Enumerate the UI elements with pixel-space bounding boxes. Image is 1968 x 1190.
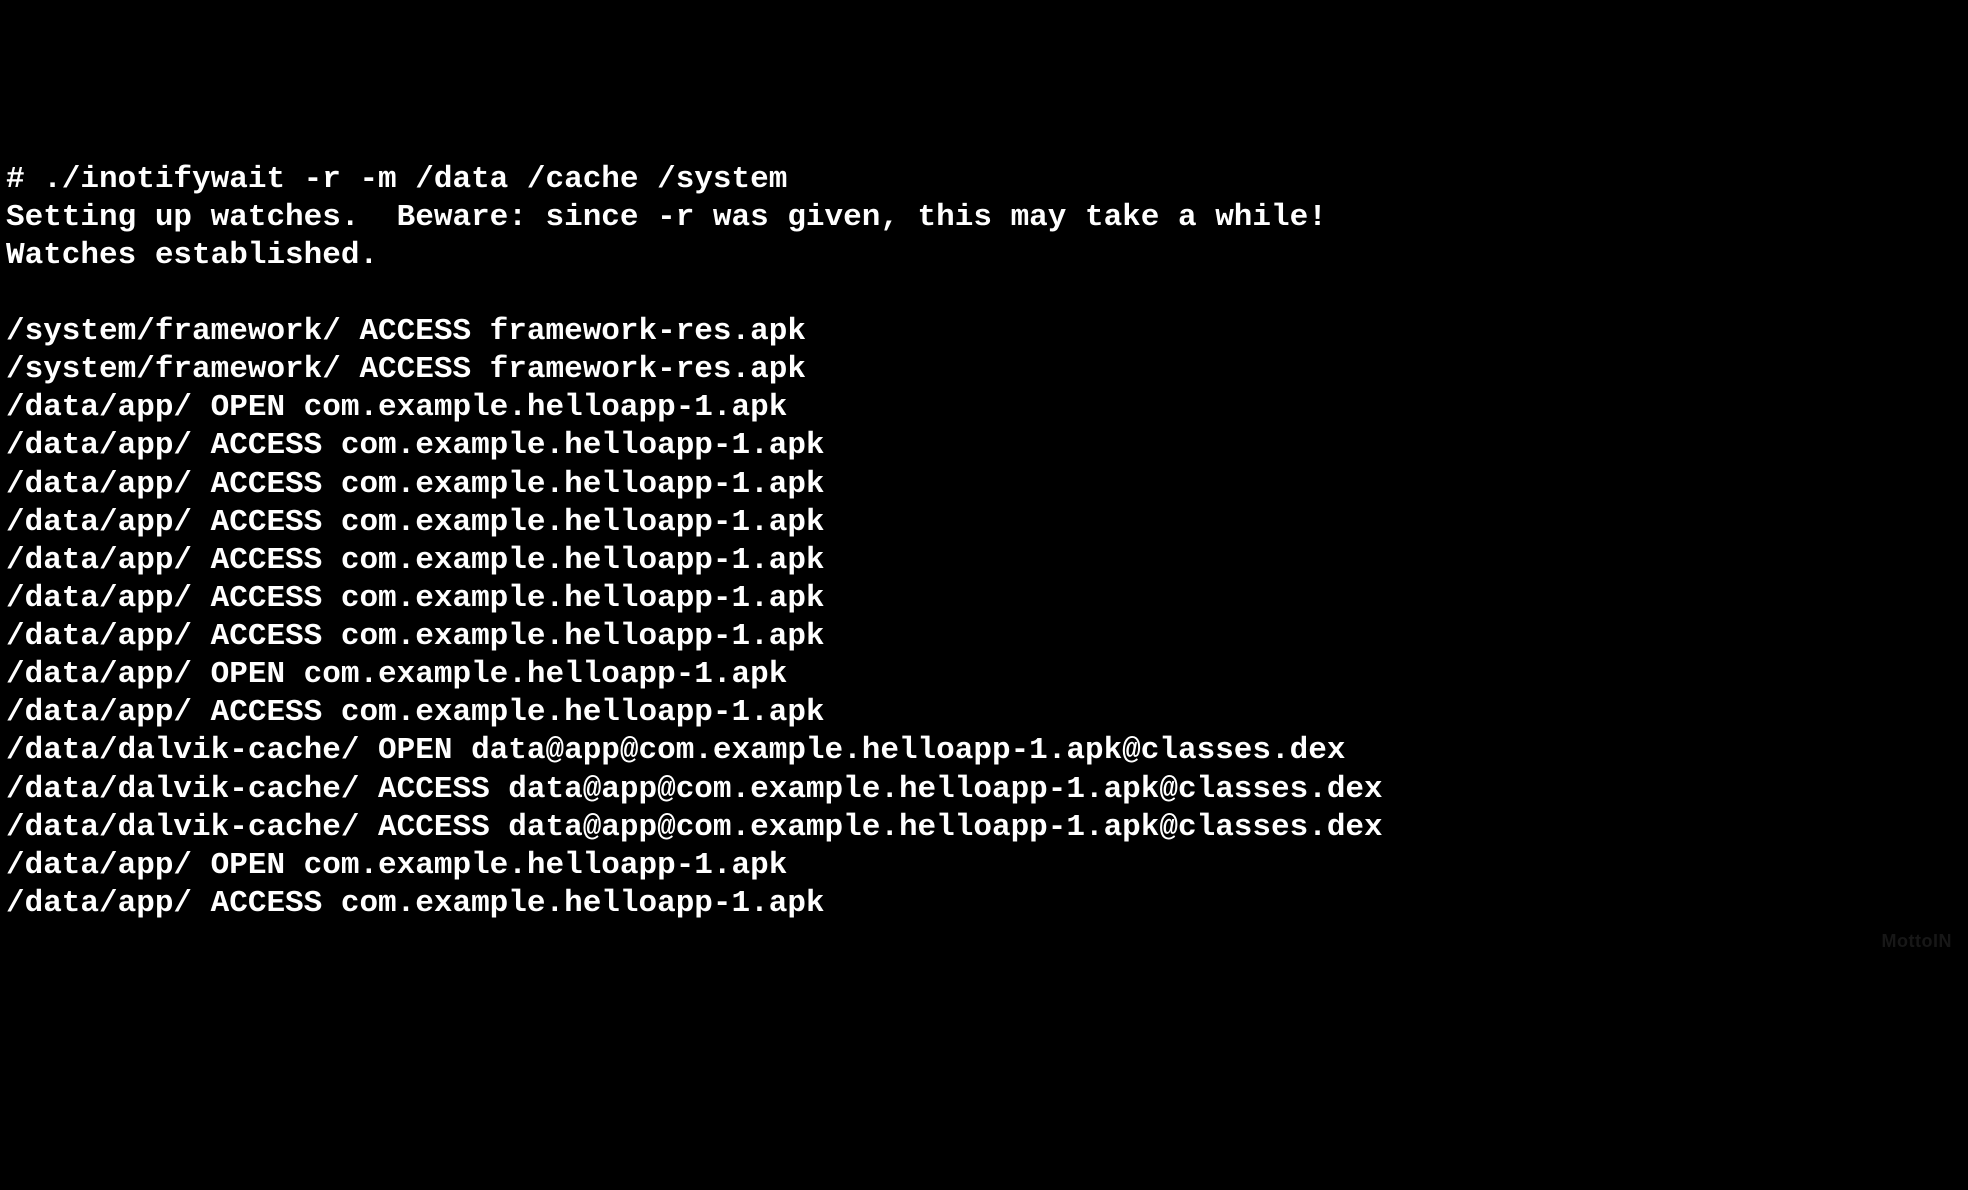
terminal-line: Watches established. bbox=[6, 237, 1962, 275]
terminal-line: /data/app/ OPEN com.example.helloapp-1.a… bbox=[6, 389, 1962, 427]
terminal-line: /data/dalvik-cache/ OPEN data@app@com.ex… bbox=[6, 732, 1962, 770]
terminal-line: /data/app/ ACCESS com.example.helloapp-1… bbox=[6, 580, 1962, 618]
terminal-line: Setting up watches. Beware: since -r was… bbox=[6, 199, 1962, 237]
terminal-line: /data/app/ ACCESS com.example.helloapp-1… bbox=[6, 618, 1962, 656]
terminal-line: /system/framework/ ACCESS framework-res.… bbox=[6, 313, 1962, 351]
terminal-line bbox=[6, 275, 1962, 313]
terminal-line: # ./inotifywait -r -m /data /cache /syst… bbox=[6, 161, 1962, 199]
terminal-line: /data/app/ ACCESS com.example.helloapp-1… bbox=[6, 466, 1962, 504]
terminal-line: /data/dalvik-cache/ ACCESS data@app@com.… bbox=[6, 771, 1962, 809]
terminal-line: /data/app/ ACCESS com.example.helloapp-1… bbox=[6, 542, 1962, 580]
terminal-line: /data/app/ ACCESS com.example.helloapp-1… bbox=[6, 694, 1962, 732]
terminal-line: /data/app/ OPEN com.example.helloapp-1.a… bbox=[6, 656, 1962, 694]
watermark-text: MottoIN bbox=[1882, 930, 1952, 952]
terminal-line: /data/app/ ACCESS com.example.helloapp-1… bbox=[6, 427, 1962, 465]
terminal-line: /data/app/ ACCESS com.example.helloapp-1… bbox=[6, 504, 1962, 542]
terminal-line: /data/dalvik-cache/ ACCESS data@app@com.… bbox=[6, 809, 1962, 847]
terminal-line: /data/app/ OPEN com.example.helloapp-1.a… bbox=[6, 847, 1962, 885]
terminal-line: /system/framework/ ACCESS framework-res.… bbox=[6, 351, 1962, 389]
terminal-line: /data/app/ ACCESS com.example.helloapp-1… bbox=[6, 885, 1962, 923]
terminal-output[interactable]: # ./inotifywait -r -m /data /cache /syst… bbox=[6, 161, 1962, 924]
